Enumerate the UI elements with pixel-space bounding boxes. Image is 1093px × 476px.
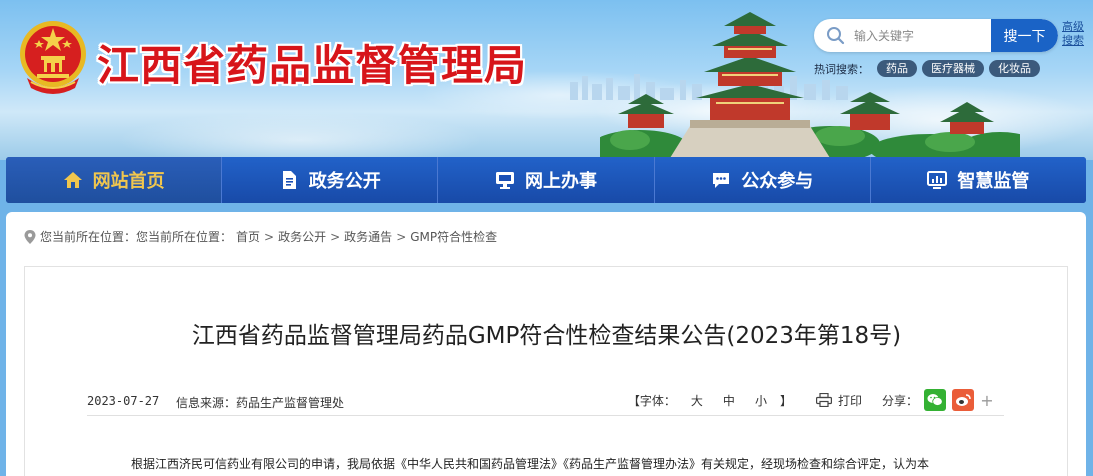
article-tools: 【字体： 大 中 小 】 打印 分享： + (628, 389, 994, 411)
site-title: 江西省药品监督管理局 (97, 41, 528, 90)
nav-item-home[interactable]: 网站首页 (6, 157, 223, 203)
weibo-icon (956, 394, 971, 406)
article-container (24, 266, 1068, 476)
nav-item-label: 公众参与 (741, 171, 814, 192)
info-source: 信息来源：药品生产监督管理处 (176, 396, 345, 410)
breadcrumb-link-notices[interactable]: 政务通告 (344, 228, 392, 245)
location-pin-icon (24, 229, 36, 244)
site-header: 江西省药品监督管理局 输入关键字 搜一下 高级搜索 热词搜索： 药品 医疗器械 … (0, 0, 1093, 160)
nav-item-label: 智慧监管 (957, 171, 1030, 192)
nav-item-smart-supervision[interactable]: 智慧监管 (870, 157, 1086, 203)
share-wechat-button[interactable] (924, 389, 946, 411)
publish-date: 2023-07-27 (87, 394, 160, 408)
hot-search-tag[interactable]: 化妆品 (989, 60, 1040, 77)
nav-item-label: 网站首页 (92, 171, 165, 192)
font-size-small-button[interactable]: 小 (748, 392, 774, 409)
breadcrumb-link-government-affairs[interactable]: 政务公开 (278, 228, 326, 245)
home-icon (63, 172, 82, 188)
print-icon[interactable] (815, 393, 832, 407)
nav-item-online-services[interactable]: 网上办事 (438, 157, 655, 203)
article-body: 根据江西济民可信药业有限公司的申请，我局依据《中华人民共和国药品管理法》《药品生… (131, 457, 930, 471)
hot-search-tag[interactable]: 医疗器械 (922, 60, 984, 77)
breadcrumb-prefix: 您当前所在位置：您当前所在位置： (40, 230, 233, 244)
document-icon (282, 171, 296, 189)
search-icon (827, 27, 845, 45)
font-size-large-button[interactable]: 大 (684, 392, 710, 409)
monitor-icon (496, 172, 514, 189)
national-emblem-logo (20, 21, 86, 94)
font-size-medium-button[interactable]: 中 (716, 392, 742, 409)
breadcrumb-separator: > (396, 229, 407, 244)
share-label: 分享： (881, 393, 918, 408)
breadcrumb-separator: > (264, 229, 275, 244)
breadcrumb-link-gmp-inspection[interactable]: GMP符合性检查 (410, 228, 497, 245)
breadcrumb-separator: > (330, 229, 341, 244)
hot-search-label: 热词搜索： (814, 62, 869, 76)
wechat-icon (927, 394, 943, 406)
more-share-icon[interactable]: + (980, 391, 994, 410)
breadcrumb: 您当前所在位置：您当前所在位置： 首页 > 政务公开 > 政务通告 > GMP符… (24, 228, 497, 245)
nav-item-label: 网上办事 (525, 171, 597, 192)
article-meta: 2023-07-27 信息来源：药品生产监督管理处 【字体： 大 中 小 】 打… (87, 384, 1004, 416)
search-button[interactable]: 搜一下 (991, 19, 1058, 52)
breadcrumb-link-home[interactable]: 首页 (236, 228, 260, 245)
share-weibo-button[interactable] (952, 389, 974, 411)
chat-icon (713, 173, 730, 188)
font-size-close-bracket: 】 (779, 393, 792, 408)
print-button[interactable]: 打印 (838, 392, 862, 409)
hot-search: 热词搜索： 药品 医疗器械 化妆品 (814, 60, 1040, 77)
advanced-search-link[interactable]: 高级搜索 (1062, 20, 1088, 48)
font-size-label: 【字体： (627, 393, 676, 408)
article-title: 江西省药品监督管理局药品GMP符合性检查结果公告(2023年第18号) (191, 323, 902, 349)
nav-item-government-affairs[interactable]: 政务公开 (222, 157, 439, 203)
search-input[interactable] (854, 19, 990, 52)
search-bar: 搜一下 (814, 19, 1058, 52)
nav-item-label: 政务公开 (308, 171, 381, 192)
hot-search-tag[interactable]: 药品 (877, 60, 917, 77)
nav-item-public-participation[interactable]: 公众参与 (654, 157, 871, 203)
screen-chart-icon (927, 171, 948, 189)
main-nav: 网站首页 政务公开 网上办事 公众参与 智慧监管 (6, 157, 1086, 203)
